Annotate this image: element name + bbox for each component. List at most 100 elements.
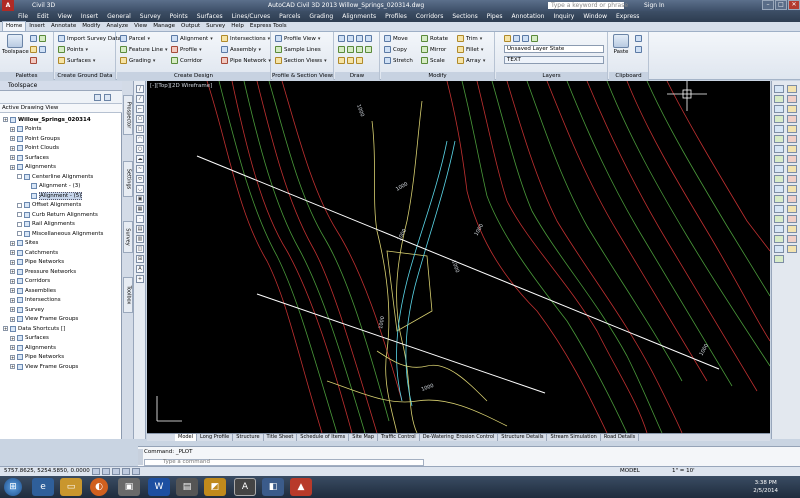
- expand-icon[interactable]: +: [3, 117, 8, 123]
- taskbar-app3-icon[interactable]: ◩: [204, 478, 226, 496]
- expand-icon[interactable]: +: [10, 269, 15, 275]
- ribbon-tab[interactable]: Modify: [79, 22, 103, 31]
- arc-icon[interactable]: [365, 35, 372, 42]
- tree-item[interactable]: + Corridors: [10, 277, 50, 287]
- trim-button[interactable]: Trim ▾: [457, 34, 482, 43]
- prospector-icon[interactable]: [30, 35, 37, 42]
- section-views-button[interactable]: Section Views ▾: [275, 56, 327, 65]
- menu-item[interactable]: Edit: [37, 13, 49, 20]
- snap-perpendicular-icon[interactable]: [774, 245, 784, 253]
- menu-item[interactable]: Lines/Curves: [232, 13, 270, 20]
- orbit-icon[interactable]: [774, 185, 784, 193]
- snap-icon[interactable]: [92, 468, 100, 475]
- menu-item[interactable]: Profiles: [385, 13, 407, 20]
- expand-icon[interactable]: [17, 221, 22, 227]
- snap-intersection-icon[interactable]: [787, 225, 797, 233]
- stretch-obj-icon[interactable]: [774, 135, 784, 143]
- ie-icon[interactable]: e: [32, 478, 54, 496]
- menu-item[interactable]: Sections: [452, 13, 477, 20]
- trim-obj-icon[interactable]: [787, 135, 797, 143]
- gradient-icon[interactable]: [356, 57, 363, 64]
- expand-icon[interactable]: +: [10, 240, 15, 246]
- mirror-button[interactable]: Mirror: [421, 45, 446, 54]
- hatch-tool-icon[interactable]: ▤: [136, 225, 144, 233]
- rotate-button[interactable]: Rotate: [421, 34, 448, 43]
- spline-tool-icon[interactable]: ~: [136, 165, 144, 173]
- tree-item[interactable]: Centerline Alignments: [17, 172, 93, 182]
- menu-item[interactable]: General: [107, 13, 131, 20]
- table-tool-icon[interactable]: ⊞: [136, 255, 144, 263]
- stretch-button[interactable]: Stretch: [384, 56, 413, 65]
- layer-freeze-icon[interactable]: [531, 35, 538, 42]
- explorer-icon[interactable]: ▭: [60, 478, 82, 496]
- snap-endpoint-icon[interactable]: [774, 205, 784, 213]
- tab-settings[interactable]: Settings: [123, 161, 133, 197]
- scale-obj-icon[interactable]: [787, 125, 797, 133]
- sample-lines-button[interactable]: Sample Lines: [275, 45, 321, 54]
- layer-state-select[interactable]: Unsaved Layer State: [504, 45, 604, 53]
- tree-item[interactable]: Miscellaneous Alignments: [17, 229, 103, 239]
- array-button[interactable]: Array ▾: [457, 56, 485, 65]
- point-tool-icon[interactable]: ·: [136, 215, 144, 223]
- tab-prospector[interactable]: Prospector: [123, 95, 133, 135]
- feature-line-button[interactable]: Feature Line ▾: [120, 45, 168, 54]
- id-point-icon[interactable]: [787, 195, 797, 203]
- menu-item[interactable]: Express: [616, 13, 639, 20]
- tree-item[interactable]: Alignment - (3): [24, 182, 80, 192]
- expand-icon[interactable]: +: [10, 259, 15, 265]
- ribbon-tab[interactable]: Output: [178, 22, 203, 31]
- rectangle-icon[interactable]: [338, 46, 345, 53]
- point-icon[interactable]: [347, 57, 354, 64]
- layer-isolate-icon[interactable]: [522, 35, 529, 42]
- extend-obj-icon[interactable]: [774, 145, 784, 153]
- ellipse-tool-icon[interactable]: ⬭: [136, 175, 144, 183]
- sign-in-button[interactable]: Sign In: [644, 0, 665, 11]
- tree-item[interactable]: + View Frame Groups: [10, 315, 78, 325]
- copy-button[interactable]: Copy: [384, 45, 407, 54]
- ribbon-tab[interactable]: View: [131, 22, 150, 31]
- points-button[interactable]: Points ▾: [58, 45, 88, 54]
- menu-item[interactable]: Corridors: [416, 13, 443, 20]
- snap-midpoint-icon[interactable]: [787, 205, 797, 213]
- start-button-icon[interactable]: ⊞: [4, 478, 22, 496]
- expand-icon[interactable]: +: [10, 155, 15, 161]
- modify-panel-title[interactable]: Modify: [381, 72, 494, 80]
- region-icon[interactable]: [338, 57, 345, 64]
- search-input[interactable]: Type a keyword or phrase: [548, 2, 628, 9]
- menu-item[interactable]: Survey: [140, 13, 161, 20]
- tree-item[interactable]: + Survey: [10, 305, 44, 315]
- layers-panel-title[interactable]: Layers: [496, 72, 607, 80]
- explode-obj-icon[interactable]: [787, 165, 797, 173]
- copy-obj-icon[interactable]: [787, 95, 797, 103]
- cloud-tool-icon[interactable]: ☁: [136, 155, 144, 163]
- snap-insertion-icon[interactable]: [787, 235, 797, 243]
- expand-icon[interactable]: [17, 231, 22, 237]
- tree-item[interactable]: + Alignments: [10, 163, 56, 173]
- polygon-tool-icon[interactable]: ⬠: [136, 115, 144, 123]
- pipe-network-button[interactable]: Pipe Network ▾: [221, 56, 271, 65]
- make-block-tool-icon[interactable]: ▦: [136, 205, 144, 213]
- snap-tangent-icon[interactable]: [787, 245, 797, 253]
- viewport-controls[interactable]: [-][Top][2D Wireframe]: [150, 83, 212, 89]
- app-menu-button[interactable]: A: [2, 0, 14, 11]
- menu-item[interactable]: Insert: [81, 13, 98, 20]
- toolspace-header[interactable]: Toolspace: [0, 81, 122, 91]
- alignment-button[interactable]: Alignment ▾: [171, 34, 213, 43]
- expand-icon[interactable]: +: [10, 145, 15, 151]
- pan-icon[interactable]: [787, 175, 797, 183]
- snap-extension-icon[interactable]: [774, 235, 784, 243]
- menu-item[interactable]: View: [58, 13, 72, 20]
- line-icon[interactable]: [338, 35, 345, 42]
- tree-item[interactable]: Alignment - (5): [24, 191, 83, 201]
- expand-icon[interactable]: +: [10, 316, 15, 322]
- draw-panel-title[interactable]: Draw: [335, 72, 379, 80]
- tree-item[interactable]: Offset Alignments: [17, 201, 81, 211]
- ellipse-arc-tool-icon[interactable]: ◡: [136, 185, 144, 193]
- layout-tab[interactable]: De-Watering_Erosion Control: [420, 434, 499, 441]
- views-panel-title[interactable]: Profile & Section Views: [272, 72, 333, 80]
- design-panel-title[interactable]: Create Design: [117, 72, 270, 80]
- taskbar-app2-icon[interactable]: ▤: [176, 478, 198, 496]
- tree-item[interactable]: + Surfaces: [10, 153, 49, 163]
- acrobat-icon[interactable]: ▲: [290, 478, 312, 496]
- menu-item[interactable]: Surfaces: [197, 13, 223, 20]
